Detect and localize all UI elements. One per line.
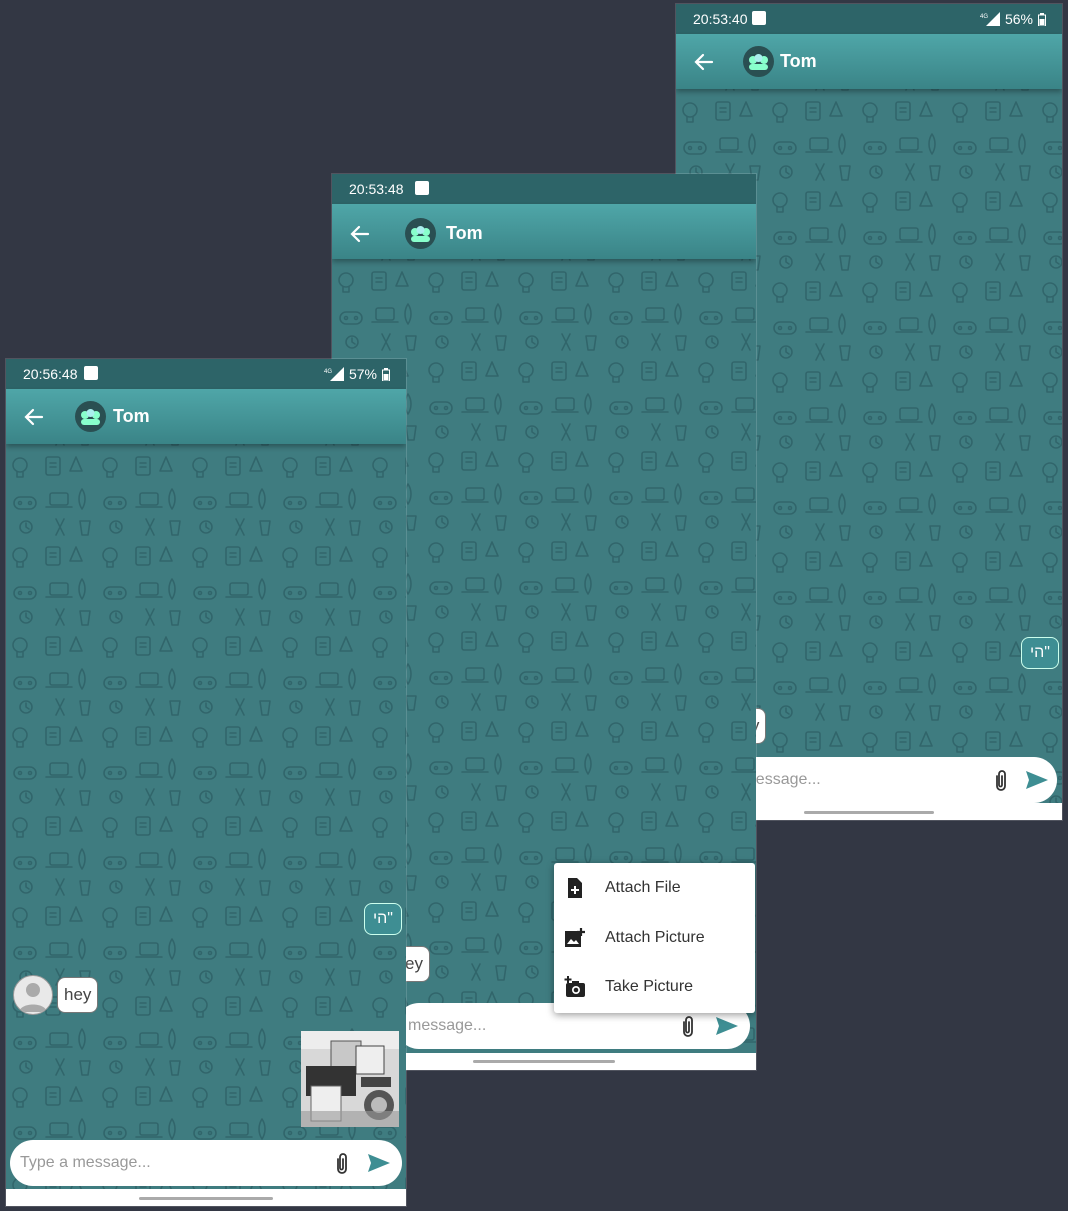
notification-icon — [752, 11, 766, 25]
contact-name[interactable]: Tom — [446, 223, 483, 244]
incoming-message[interactable]: hey — [57, 977, 99, 1013]
back-arrow-icon[interactable] — [22, 405, 46, 429]
contact-avatar[interactable] — [743, 46, 774, 77]
notification-icon — [415, 181, 429, 195]
chat-header: Tom — [676, 34, 1062, 89]
contact-avatar[interactable] — [75, 401, 106, 432]
chat-header: Tom — [6, 389, 406, 444]
outgoing-message[interactable]: הי" — [1021, 637, 1059, 669]
status-time: 20:56:48 — [23, 366, 78, 382]
attach-icon[interactable] — [991, 768, 1011, 792]
menu-label: Attach Picture — [605, 929, 705, 946]
battery-icon — [382, 367, 390, 381]
battery-percent: 56% — [1004, 11, 1033, 27]
attach-menu: Attach File Attach Picture Take Picture — [554, 863, 755, 1013]
notification-icon — [84, 366, 98, 380]
attach-picture-item[interactable]: Attach Picture — [554, 914, 755, 962]
gesture-bar[interactable] — [139, 1197, 273, 1200]
attach-file-item[interactable]: Attach File — [554, 864, 755, 912]
file-plus-icon — [568, 878, 582, 898]
image-plus-icon — [565, 928, 585, 947]
gesture-bar[interactable] — [804, 811, 934, 814]
image-message[interactable] — [301, 1031, 399, 1127]
back-arrow-icon[interactable] — [692, 50, 716, 74]
menu-label: Take Picture — [605, 978, 694, 995]
phone-screen-left: 20:56:48 4G 57% Tom הי" hey Type a messa… — [6, 359, 406, 1206]
take-picture-item[interactable]: Take Picture — [554, 963, 755, 1011]
outgoing-message[interactable]: הי" — [364, 903, 402, 935]
back-arrow-icon[interactable] — [348, 222, 372, 246]
menu-label: Attach File — [605, 879, 681, 896]
send-icon[interactable] — [1024, 768, 1050, 792]
attach-icon[interactable] — [678, 1014, 698, 1038]
contact-name[interactable]: Tom — [780, 51, 817, 72]
signal-icon: 4G — [980, 12, 1000, 26]
message-input[interactable]: Type a message... — [20, 1154, 151, 1172]
status-bar: 20:53:40 4G 56% — [676, 4, 1062, 34]
gesture-bar[interactable] — [473, 1060, 615, 1063]
send-icon[interactable] — [366, 1151, 392, 1175]
battery-icon — [1038, 12, 1046, 26]
network-type: 4G — [980, 14, 988, 20]
contact-name[interactable]: Tom — [113, 406, 150, 427]
robot-photo-image — [301, 1031, 399, 1127]
contact-avatar[interactable] — [405, 218, 436, 249]
camera-plus-icon — [564, 976, 585, 997]
status-time: 20:53:48 — [349, 181, 404, 197]
network-type: 4G — [324, 369, 332, 375]
chat-header: Tom — [332, 204, 756, 259]
signal-icon: 4G — [324, 367, 344, 381]
message-input[interactable]: message... — [408, 1017, 486, 1035]
status-bar: 20:53:48 — [332, 174, 756, 204]
message-input-bar[interactable]: Type a message... — [10, 1140, 402, 1186]
attach-icon[interactable] — [332, 1151, 352, 1175]
battery-percent: 57% — [348, 366, 377, 382]
sender-avatar — [13, 975, 53, 1015]
status-time: 20:53:40 — [693, 11, 748, 27]
status-bar: 20:56:48 4G 57% — [6, 359, 406, 389]
send-icon[interactable] — [714, 1014, 740, 1038]
